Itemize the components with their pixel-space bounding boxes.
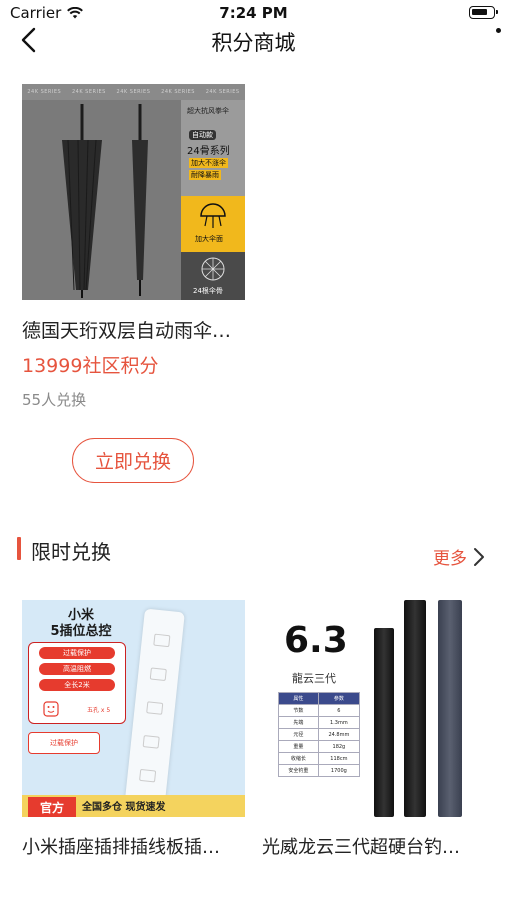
outlet-icon: [43, 701, 59, 717]
more-label: 更多: [433, 549, 467, 569]
promo-text: 全国多仓 现货速发: [82, 802, 166, 813]
spec-row: 元径 24.8mm: [278, 728, 361, 741]
nav-bar: 积分商城: [0, 20, 507, 60]
feature-pill: 过载保护: [39, 647, 115, 659]
spec-cell: 节数: [278, 704, 319, 717]
spec-cell: 收缩长: [278, 752, 319, 765]
umbrella-icon: [200, 203, 226, 228]
rod-name: 龍云三代: [292, 672, 336, 685]
spec-header-cell: 属性: [278, 692, 319, 705]
spec-cell: 1.3mm: [317, 716, 361, 729]
spec-row: 节数 6: [278, 704, 361, 717]
outlet-shape: [153, 633, 171, 648]
outlet-shape: [149, 667, 167, 682]
spec-cell: 1700g: [317, 764, 361, 777]
ports-label: 五孔 x 5: [87, 707, 111, 714]
battery-icon: [469, 6, 498, 19]
series-label: 24K SERIES: [161, 89, 195, 95]
spokes-icon: [201, 257, 225, 281]
rod-illustration: [404, 600, 426, 817]
rod-illustration: [374, 628, 394, 817]
product-price: 13999社区积分: [22, 355, 159, 377]
rod-size: 6.3: [284, 620, 348, 661]
redeem-button[interactable]: 立即兑换: [72, 438, 194, 483]
safety-label: 过载保护: [50, 739, 78, 747]
exchange-count: 55人兑换: [22, 391, 87, 409]
umbrella-illustration: [62, 104, 148, 298]
panel-text: 超大抗风拳伞: [187, 107, 229, 115]
spec-cell: 先端: [278, 716, 319, 729]
panel-text: 自动款: [189, 130, 216, 140]
outlet-shape: [146, 701, 164, 715]
outlet-shape: [142, 735, 160, 749]
product-card-image[interactable]: 6.3 龍云三代 属性 参数 节数 6 先端 1.3mm 元径 24.8mm 重…: [262, 600, 485, 817]
spec-header-row: 属性 参数: [278, 692, 361, 705]
outlet-shape: [139, 768, 157, 783]
spec-row: 收缩长 118cm: [278, 752, 361, 765]
page-title: 积分商城: [211, 31, 296, 55]
spec-cell: 6: [317, 704, 361, 717]
spec-cell: 元径: [278, 728, 319, 741]
spec-header-cell: 参数: [317, 692, 361, 705]
spec-cell: 182g: [317, 740, 361, 753]
section-title: 限时兑换: [31, 540, 111, 564]
feature-pill: 全长2米: [39, 679, 115, 691]
feature-pill: 高温阻燃: [39, 663, 115, 675]
product-card-title[interactable]: 小米插座插排插线板插…: [22, 833, 220, 859]
spec-cell: 重量: [278, 740, 319, 753]
spec-row: 重量 182g: [278, 740, 361, 753]
image-text: 小米 5插位总控: [36, 608, 126, 640]
series-label: 24K SERIES: [71, 89, 106, 95]
series-label: 24K SERIES: [205, 89, 240, 95]
spec-row: 先端 1.3mm: [278, 716, 361, 729]
image-text: 5插位总控: [50, 624, 112, 639]
panel-text: 加大不涨伞: [189, 158, 228, 168]
feature-badge: 24根伞骨: [181, 252, 245, 300]
badge-label: 加大伞面: [195, 235, 223, 243]
spec-cell: 24.8mm: [317, 728, 361, 741]
chevron-right-icon: [474, 547, 484, 566]
panel-text: 24骨系列: [187, 146, 230, 157]
badge-label: 24根伞骨: [193, 287, 223, 295]
featured-product-image[interactable]: 24K SERIES 24K SERIES 24K SERIES 24K SER…: [22, 84, 245, 300]
panel-text: 耐降暴雨: [189, 170, 221, 180]
spec-cell: 安全钓重: [278, 764, 319, 777]
promo-footer: 官方 全国多仓 现货速发: [22, 795, 245, 817]
product-card-title[interactable]: 光威龙云三代超硬台钓…: [262, 833, 460, 859]
feature-list: 过载保护 高温阻燃 全长2米 五孔 x 5: [28, 642, 126, 724]
power-strip-illustration: [123, 608, 185, 817]
image-text: 小米: [67, 608, 94, 623]
product-card-image[interactable]: 小米 5插位总控 过载保护 高温阻燃 全长2米 五孔 x 5 过载保护 官方 全…: [22, 600, 245, 817]
official-badge: 官方: [28, 797, 76, 817]
series-label: 24K SERIES: [116, 89, 151, 95]
rod-illustration: [438, 600, 462, 817]
more-link[interactable]: 更多: [433, 544, 485, 569]
feature-badge: 加大伞面: [181, 196, 245, 252]
section-accent-bar: [17, 537, 21, 560]
spec-row: 安全钓重 1700g: [278, 764, 361, 777]
spec-table: 属性 参数 节数 6 先端 1.3mm 元径 24.8mm 重量 182g 收缩…: [278, 692, 361, 777]
series-strip: 24K SERIES 24K SERIES 24K SERIES 24K SER…: [22, 84, 245, 100]
spec-cell: 118cm: [317, 752, 361, 765]
product-title[interactable]: 德国天珩双层自动雨伞…: [22, 316, 231, 343]
safety-badge: 过载保护: [28, 732, 100, 754]
series-label: 24K SERIES: [27, 89, 62, 95]
